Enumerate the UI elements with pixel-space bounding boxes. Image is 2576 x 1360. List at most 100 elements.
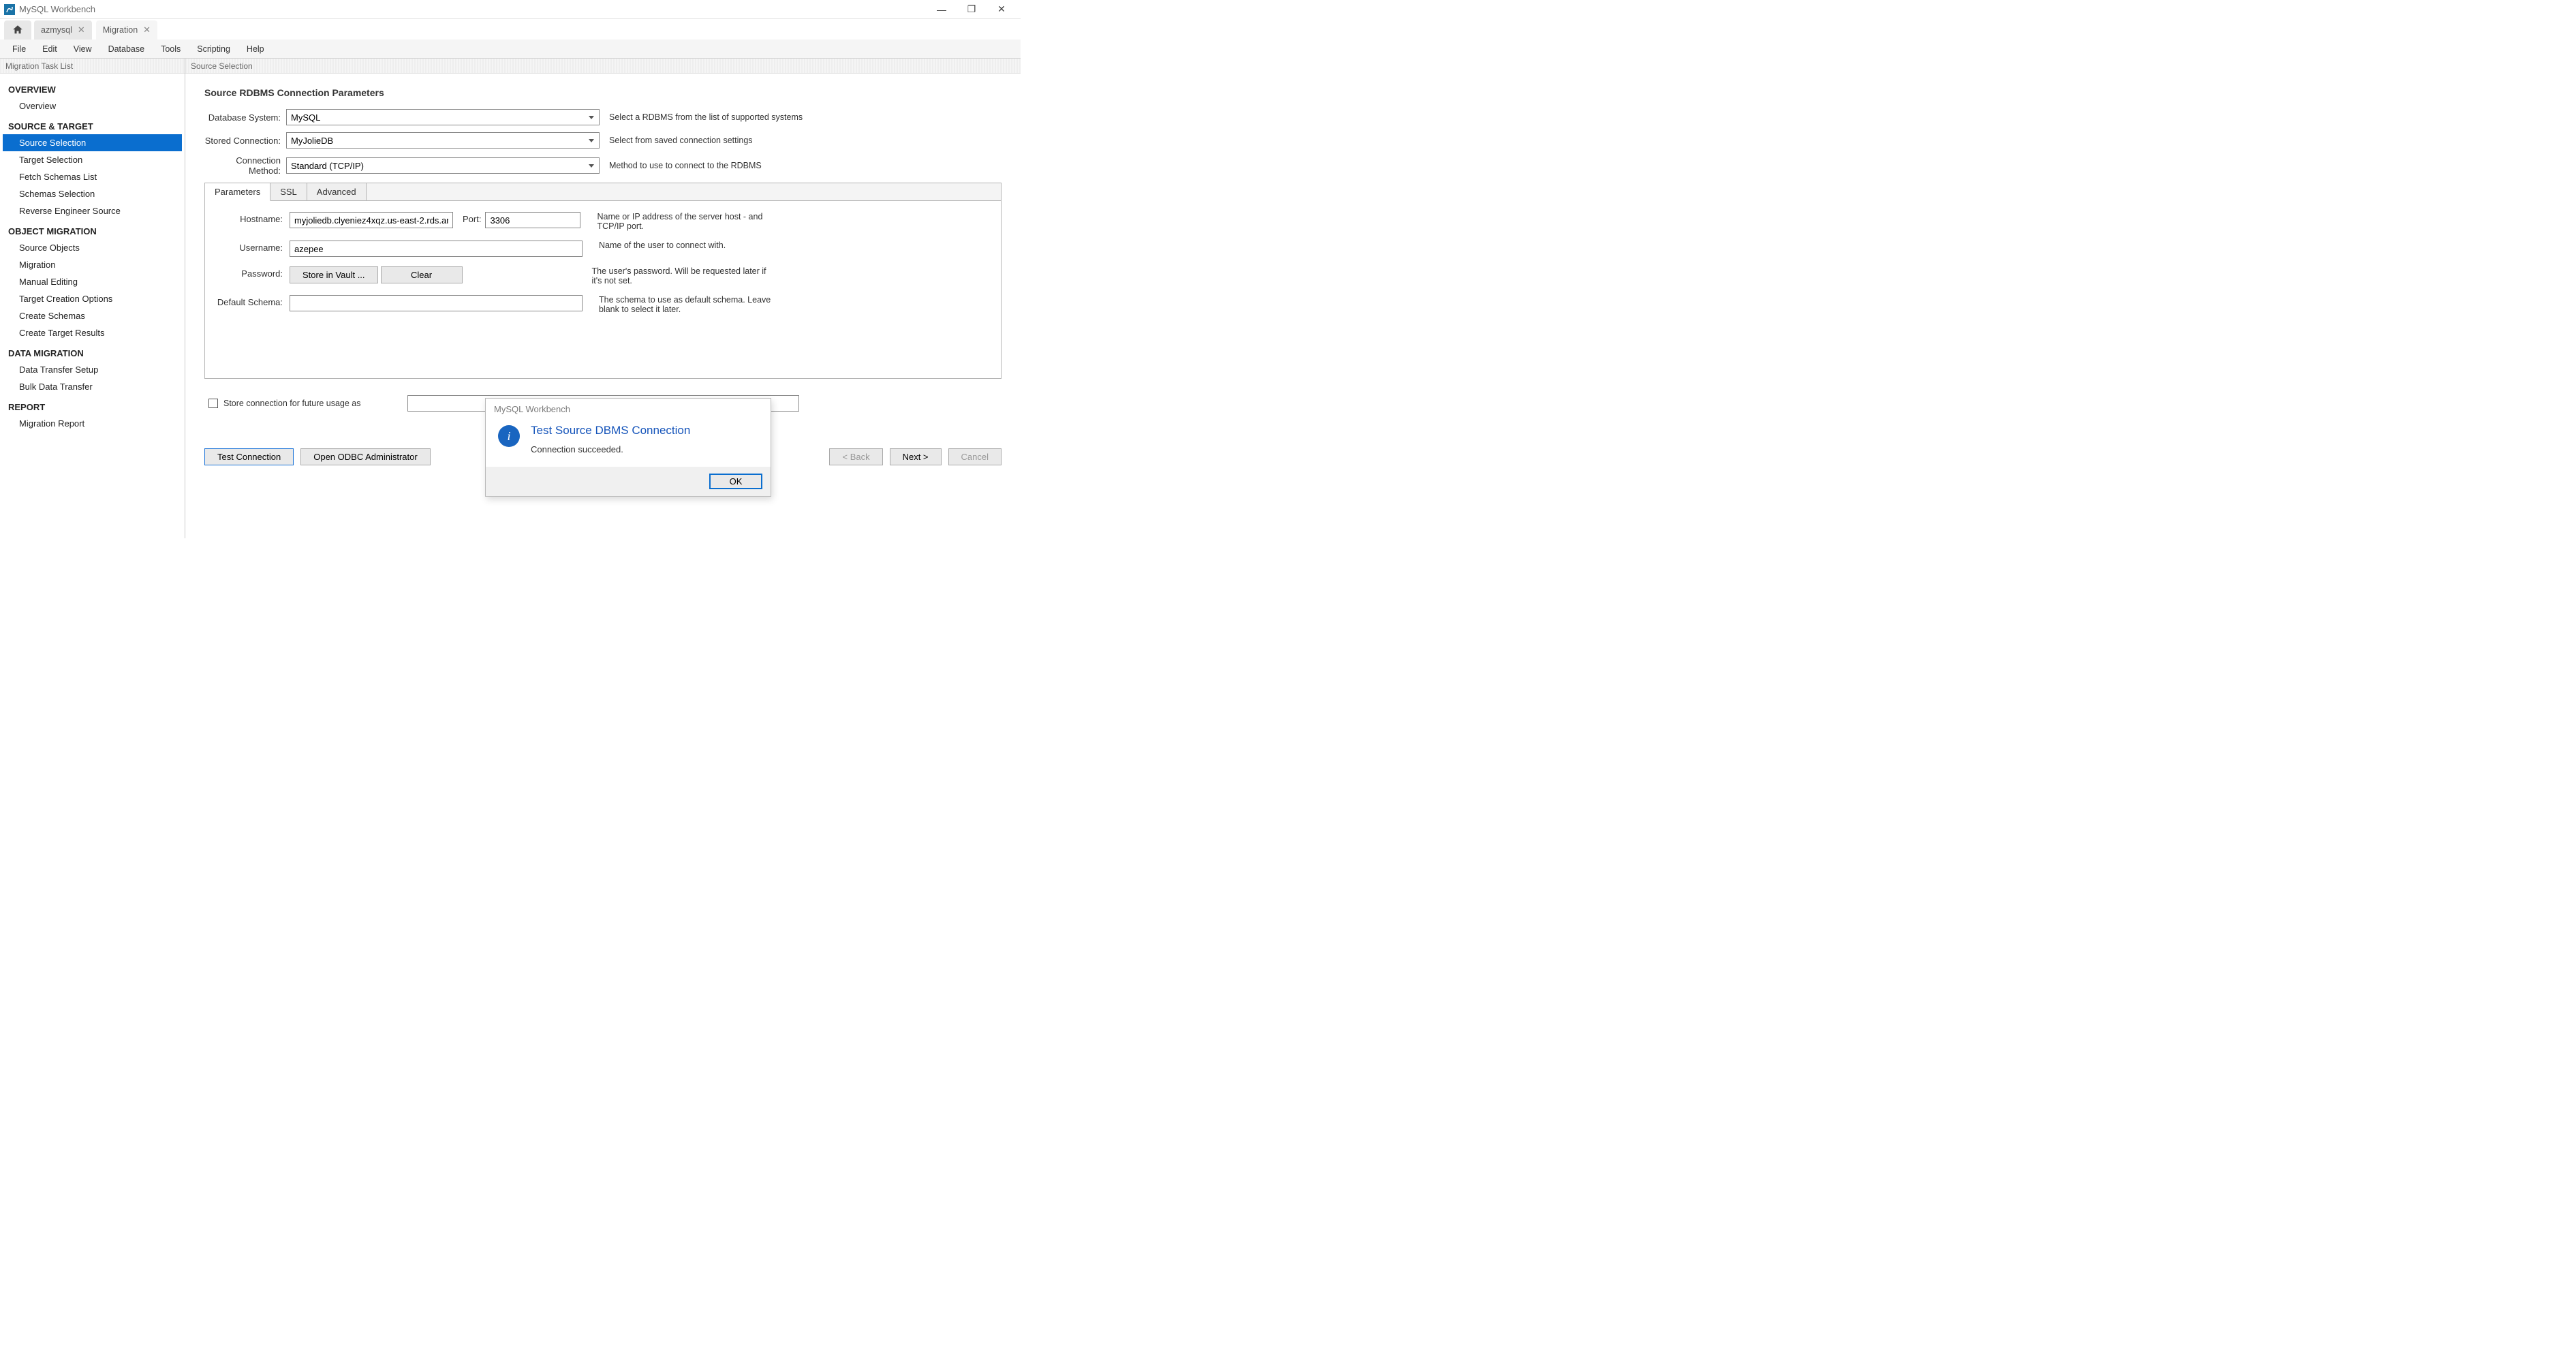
- clear-password-button[interactable]: Clear: [381, 266, 463, 283]
- label-db-system: Database System:: [204, 112, 286, 123]
- tab-advanced[interactable]: Advanced: [307, 183, 367, 200]
- menu-file[interactable]: File: [4, 42, 34, 57]
- menu-help[interactable]: Help: [238, 42, 273, 57]
- tab-label: Migration: [103, 25, 138, 35]
- tab-migration[interactable]: Migration ✕: [96, 20, 157, 40]
- titlebar-title: MySQL Workbench: [19, 4, 95, 14]
- tab-label: azmysql: [41, 25, 72, 35]
- tabs-row: azmysql ✕ Migration ✕: [0, 19, 1021, 40]
- task-item[interactable]: Migration Report: [3, 415, 182, 432]
- label-hostname: Hostname:: [213, 212, 290, 224]
- help-username: Name of the user to connect with.: [599, 241, 726, 250]
- help-default-schema: The schema to use as default schema. Lea…: [599, 295, 776, 314]
- titlebar: MySQL Workbench — ❐ ✕: [0, 0, 1021, 19]
- label-stored-conn: Stored Connection:: [204, 136, 286, 146]
- maximize-button[interactable]: ❐: [957, 0, 987, 19]
- tab-azmysql[interactable]: azmysql ✕: [34, 20, 92, 40]
- task-group-title: OBJECT MIGRATION: [3, 223, 182, 239]
- test-connection-dialog: MySQL Workbench i Test Source DBMS Conne…: [485, 398, 771, 497]
- task-item[interactable]: Reverse Engineer Source: [3, 202, 182, 219]
- row-db-system: Database System: Select a RDBMS from the…: [204, 109, 1002, 125]
- section-title: Source RDBMS Connection Parameters: [204, 87, 1002, 98]
- params-tab-strip: Parameters SSL Advanced: [205, 183, 1001, 201]
- row-conn-method: Connection Method: Method to use to conn…: [204, 155, 1002, 176]
- row-default-schema: Default Schema: The schema to use as def…: [213, 295, 993, 314]
- dialog-heading: Test Source DBMS Connection: [531, 424, 690, 437]
- select-conn-method[interactable]: [286, 157, 600, 174]
- store-connection-checkbox[interactable]: [208, 399, 218, 408]
- store-vault-button[interactable]: Store in Vault ...: [290, 266, 378, 283]
- menu-scripting[interactable]: Scripting: [189, 42, 238, 57]
- test-connection-button[interactable]: Test Connection: [204, 448, 294, 465]
- task-list-header: Migration Task List: [0, 59, 185, 74]
- menu-tools[interactable]: Tools: [153, 42, 189, 57]
- task-item[interactable]: Target Selection: [3, 151, 182, 168]
- home-tab[interactable]: [4, 20, 31, 40]
- dialog-message: Connection succeeded.: [531, 444, 690, 454]
- task-group-title: SOURCE & TARGET: [3, 119, 182, 134]
- task-item[interactable]: Target Creation Options: [3, 290, 182, 307]
- next-button[interactable]: Next >: [890, 448, 942, 465]
- store-connection-label: Store connection for future usage as: [223, 399, 361, 408]
- task-item[interactable]: Source Selection: [3, 134, 182, 151]
- app-icon: [4, 4, 15, 15]
- dialog-footer: OK: [486, 467, 771, 496]
- input-username[interactable]: [290, 241, 583, 257]
- row-username: Username: Name of the user to connect wi…: [213, 241, 993, 257]
- task-item[interactable]: Data Transfer Setup: [3, 361, 182, 378]
- params-container: Parameters SSL Advanced Hostname: Port: …: [204, 183, 1002, 379]
- row-hostname: Hostname: Port: Name or IP address of th…: [213, 212, 993, 231]
- help-conn-method: Method to use to connect to the RDBMS: [609, 161, 762, 170]
- params-tab-panel: Hostname: Port: Name or IP address of th…: [205, 201, 1001, 378]
- task-item[interactable]: Create Schemas: [3, 307, 182, 324]
- back-button[interactable]: < Back: [829, 448, 882, 465]
- help-db-system: Select a RDBMS from the list of supporte…: [609, 112, 803, 122]
- dialog-body: i Test Source DBMS Connection Connection…: [486, 420, 771, 467]
- task-group-title: REPORT: [3, 399, 182, 415]
- task-item[interactable]: Overview: [3, 97, 182, 114]
- main-panel: Source Selection Source RDBMS Connection…: [185, 59, 1021, 538]
- task-item[interactable]: Schemas Selection: [3, 185, 182, 202]
- label-port: Port:: [463, 212, 481, 224]
- task-list-body: OVERVIEWOverview SOURCE & TARGETSource Se…: [0, 74, 185, 538]
- task-item[interactable]: Manual Editing: [3, 273, 182, 290]
- task-item[interactable]: Create Target Results: [3, 324, 182, 341]
- menubar: File Edit View Database Tools Scripting …: [0, 40, 1021, 59]
- task-item[interactable]: Migration: [3, 256, 182, 273]
- task-item[interactable]: Source Objects: [3, 239, 182, 256]
- label-username: Username:: [213, 241, 290, 253]
- task-group-title: DATA MIGRATION: [3, 345, 182, 361]
- cancel-button[interactable]: Cancel: [948, 448, 1002, 465]
- label-password: Password:: [213, 266, 290, 279]
- help-hostname: Name or IP address of the server host - …: [597, 212, 774, 231]
- tab-ssl[interactable]: SSL: [270, 183, 307, 200]
- dialog-title: MySQL Workbench: [486, 399, 771, 420]
- help-password: The user's password. Will be requested l…: [592, 266, 769, 285]
- menu-database[interactable]: Database: [100, 42, 153, 57]
- minimize-button[interactable]: —: [927, 0, 957, 19]
- home-icon: [12, 24, 24, 36]
- select-db-system[interactable]: [286, 109, 600, 125]
- close-button[interactable]: ✕: [987, 0, 1017, 19]
- tab-close-icon[interactable]: ✕: [78, 25, 85, 35]
- menu-edit[interactable]: Edit: [34, 42, 65, 57]
- row-password: Password: Store in Vault ... Clear The u…: [213, 266, 993, 285]
- open-odbc-button[interactable]: Open ODBC Administrator: [300, 448, 430, 465]
- input-port[interactable]: [485, 212, 580, 228]
- input-hostname[interactable]: [290, 212, 453, 228]
- task-item[interactable]: Fetch Schemas List: [3, 168, 182, 185]
- tab-close-icon[interactable]: ✕: [143, 25, 151, 35]
- input-default-schema[interactable]: [290, 295, 583, 311]
- help-stored-conn: Select from saved connection settings: [609, 136, 753, 145]
- info-icon: i: [498, 425, 520, 447]
- label-default-schema: Default Schema:: [213, 295, 290, 307]
- menu-view[interactable]: View: [65, 42, 100, 57]
- task-list-panel: Migration Task List OVERVIEWOverview SOUR…: [0, 59, 185, 538]
- tab-parameters[interactable]: Parameters: [205, 183, 270, 201]
- content: Migration Task List OVERVIEWOverview SOUR…: [0, 59, 1021, 538]
- label-conn-method: Connection Method:: [204, 155, 286, 176]
- select-stored-conn[interactable]: [286, 132, 600, 149]
- dialog-ok-button[interactable]: OK: [709, 474, 762, 489]
- task-item[interactable]: Bulk Data Transfer: [3, 378, 182, 395]
- task-group-title: OVERVIEW: [3, 82, 182, 97]
